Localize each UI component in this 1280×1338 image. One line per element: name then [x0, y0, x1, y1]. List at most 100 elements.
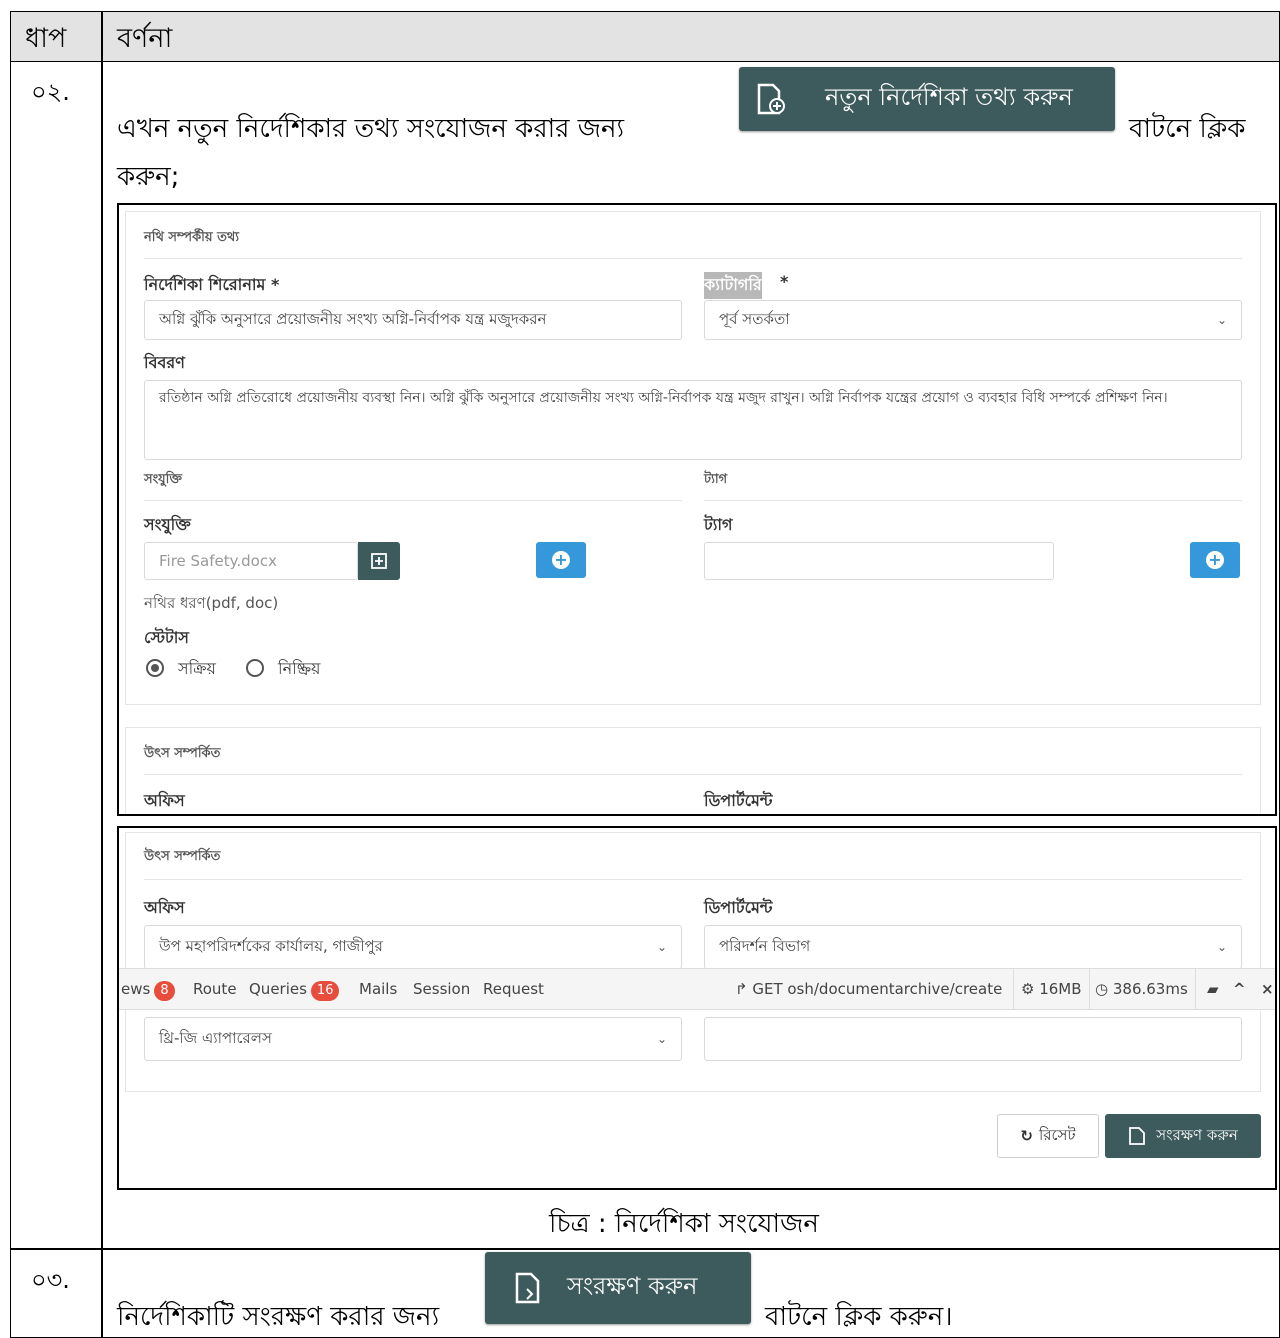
attachment-section-title: সংযুক্তি — [144, 472, 183, 487]
office-select-value: উপ মহাপরিদর্শকের কার্যালয়, গাজীপুর — [159, 936, 383, 955]
divider — [1013, 969, 1014, 1009]
chevron-down-icon: ⌄ — [656, 1032, 667, 1046]
debug-queries-tab[interactable]: Queries 16 — [249, 980, 340, 1001]
form-screenshot-top: নথি সম্পর্কীয় তথ্য নির্দেশিকা শিরোনাম *… — [117, 203, 1277, 816]
section-title: নথি সম্পর্কীয় তথ্য — [144, 230, 240, 245]
close-icon[interactable]: × — [1261, 980, 1274, 998]
chevron-down-icon: ⌄ — [656, 940, 667, 954]
views-count-badge: 8 — [154, 981, 175, 1001]
memory-usage: ⚙ 16MB — [1021, 980, 1082, 998]
request-info: ↱ GET osh/documentarchive/create — [735, 980, 1002, 998]
attachment-placeholder: Fire Safety.docx — [159, 552, 277, 570]
step-number: ০৩. — [31, 1266, 70, 1294]
description-label: বিবরণ — [144, 353, 185, 372]
chevron-down-icon: ⌄ — [1216, 940, 1227, 954]
category-select-value: পূর্ব সতর্কতা — [719, 309, 790, 328]
office-label: অফিস — [144, 791, 185, 810]
status-inactive-radio[interactable] — [246, 659, 264, 677]
plus-circle-icon: + — [1206, 551, 1224, 569]
refresh-icon: ↻ — [1020, 1127, 1033, 1145]
folder-open-icon[interactable]: ▰ — [1207, 980, 1219, 998]
source-panel: উৎস সম্পর্কিত অফিস ডিপার্টমেন্ট উপ মহাপর… — [125, 832, 1261, 1092]
divider — [704, 500, 1242, 501]
tag-input[interactable] — [704, 542, 1054, 580]
description-textarea[interactable]: রতিষ্ঠান অগ্নি প্রতিরোধে প্রয়োজনীয় ব্য… — [144, 380, 1242, 460]
status-inactive-label: নিষ্ক্রিয় — [278, 659, 321, 678]
request-time: ◷ 386.63ms — [1095, 980, 1188, 998]
tag-label: ট্যাগ — [704, 515, 733, 534]
form-screenshot-bottom: উৎস সম্পর্কিত অফিস ডিপার্টমেন্ট উপ মহাপর… — [117, 826, 1277, 1190]
status-active-radio[interactable] — [146, 659, 164, 677]
step-text-before: নির্দেশিকাটি সংরক্ষণ করার জন্য — [117, 1302, 440, 1332]
save-button-label: সংরক্ষণ করুন — [1156, 1125, 1238, 1144]
debug-queries-label: Queries — [249, 980, 307, 998]
step-text-before: এখন নতুন নির্দেশিকার তথ্য সংযোজন করার জন… — [117, 114, 625, 144]
step-text-after: বাটনে ক্লিক — [1129, 114, 1246, 144]
source-panel: উৎস সম্পর্কিত অফিস ডিপার্টমেন্ট — [125, 727, 1261, 814]
row-divider — [11, 1248, 1279, 1250]
chevron-down-icon: ⌄ — [1216, 313, 1227, 327]
queries-count-badge: 16 — [310, 981, 340, 1001]
category-label: ক্যাটাগরি — [704, 272, 762, 299]
save-guideline-button[interactable]: সংরক্ষণ করুন — [485, 1252, 751, 1324]
plus-circle-icon: + — [552, 551, 570, 569]
debug-route-tab[interactable]: Route — [193, 980, 237, 998]
source-section-title: উৎস সম্পর্কিত — [144, 746, 221, 761]
status-label: স্টেটাস — [144, 628, 189, 647]
divider — [144, 879, 1242, 880]
header-description: বর্ণনা — [117, 23, 173, 54]
step-number: ০২. — [31, 78, 70, 106]
file-save-icon — [1129, 1127, 1146, 1145]
new-guideline-button-label: নতুন নির্দেশিকা তথ্য করুন — [825, 83, 1073, 111]
attachment-label: সংযুক্তি — [144, 515, 191, 534]
factory-select[interactable]: থ্রি-জি এ্যাপারেলস ⌄ — [144, 1017, 682, 1061]
memory-value: 16MB — [1039, 980, 1082, 998]
file-type-note: নথির ধরণ(pdf, doc) — [144, 594, 279, 612]
title-input[interactable]: অগ্নি ঝুঁকি অনুসারে প্রয়োজনীয় সংখ্য অগ… — [144, 300, 682, 340]
department-select-value: পরিদর্শন বিভাগ — [719, 936, 811, 955]
title-label: নির্দেশিকা শিরোনাম * — [144, 275, 280, 294]
table-header: ধাপ বর্ণনা — [11, 12, 1279, 62]
request-info-text: GET osh/documentarchive/create — [752, 980, 1003, 998]
browse-file-button[interactable] — [358, 542, 400, 580]
office-select[interactable]: উপ মহাপরিদর্শকের কার্যালয়, গাজীপুর ⌄ — [144, 925, 682, 969]
reset-button[interactable]: ↻ রিসেট — [997, 1114, 1099, 1158]
title-input-value: অগ্নি ঝুঁকি অনুসারে প্রয়োজনীয় সংখ্য অগ… — [159, 309, 547, 328]
divider — [1089, 969, 1090, 1009]
debug-request-tab[interactable]: Request — [483, 980, 544, 998]
figure-caption: চিত্র : নির্দেশিকা সংযোজন — [549, 1209, 819, 1239]
divider — [144, 258, 1242, 259]
divider — [1195, 969, 1196, 1009]
chevron-up-icon[interactable]: ^ — [1233, 980, 1246, 998]
office-label: অফিস — [144, 898, 185, 917]
save-button[interactable]: সংরক্ষণ করুন — [1105, 1114, 1261, 1158]
description-value: রতিষ্ঠান অগ্নি প্রতিরোধে প্রয়োজনীয় ব্য… — [159, 390, 1168, 406]
divider — [144, 774, 1242, 775]
tag-section-title: ট্যাগ — [704, 472, 728, 487]
file-add-icon — [757, 83, 785, 115]
file-save-icon — [515, 1272, 540, 1304]
debug-views-label: ews — [121, 980, 151, 998]
clock-icon: ◷ — [1095, 980, 1113, 998]
divider — [144, 500, 682, 501]
status-active-label: সক্রিয় — [178, 659, 216, 678]
debug-toolbar: ews 8 Route Queries 16 Mails Session Reque… — [119, 968, 1275, 1010]
attachment-input[interactable]: Fire Safety.docx — [144, 542, 358, 580]
new-guideline-button[interactable]: নতুন নির্দেশিকা তথ্য করুন — [739, 67, 1115, 131]
step-text-continued: করুন; — [117, 162, 180, 192]
time-value: 386.63ms — [1112, 980, 1188, 998]
debug-mails-tab[interactable]: Mails — [359, 980, 397, 998]
department-label: ডিপার্টমেন্ট — [704, 898, 773, 917]
file-browse-icon — [371, 553, 387, 569]
instruction-table: ধাপ বর্ণনা ০২. এখন নতুন নির্দেশিকার তথ্য… — [10, 11, 1280, 1338]
debug-session-tab[interactable]: Session — [413, 980, 470, 998]
share-arrow-icon: ↱ — [735, 980, 753, 998]
debug-views-tab[interactable]: ews 8 — [121, 980, 175, 1001]
add-attachment-button[interactable]: + — [536, 542, 586, 578]
add-tag-button[interactable]: + — [1190, 542, 1240, 578]
empty-select[interactable] — [704, 1017, 1242, 1061]
department-select[interactable]: পরিদর্শন বিভাগ ⌄ — [704, 925, 1242, 969]
category-required-star: * — [780, 272, 789, 291]
save-guideline-button-label: সংরক্ষণ করুন — [567, 1272, 698, 1300]
category-select[interactable]: পূর্ব সতর্কতা ⌄ — [704, 300, 1242, 340]
